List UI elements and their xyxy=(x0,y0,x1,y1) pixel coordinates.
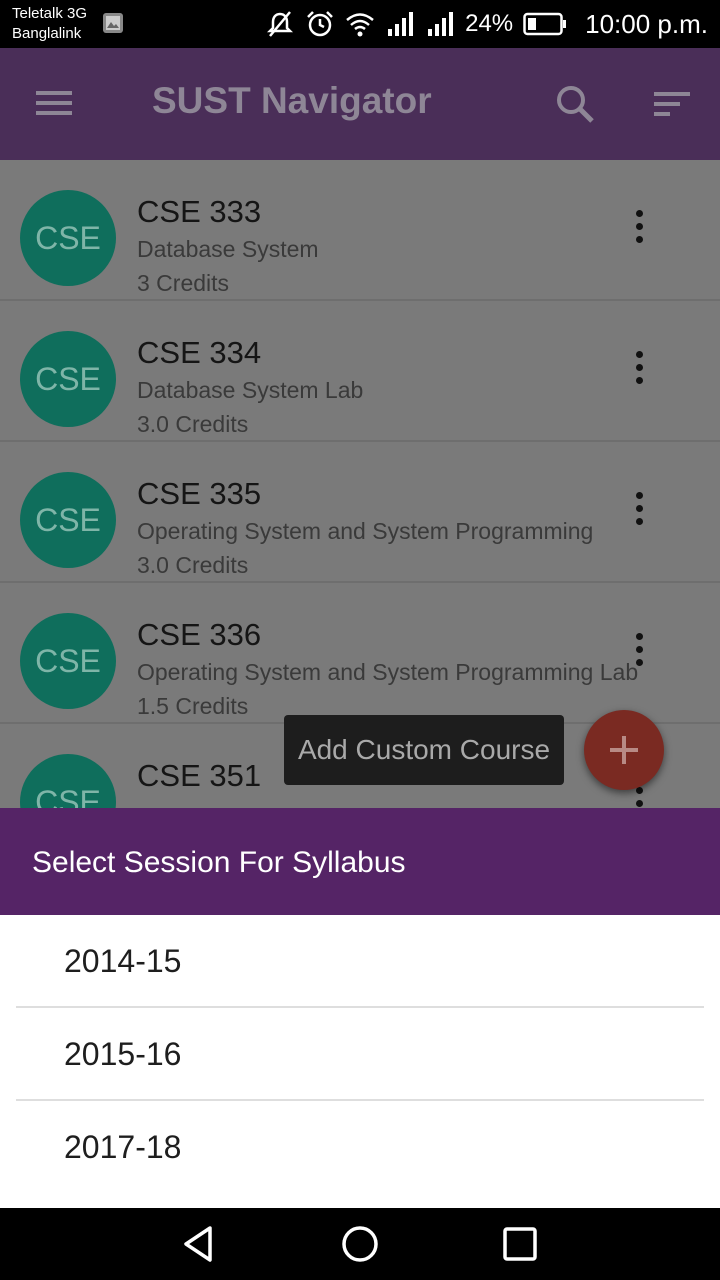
carrier-info: Teletalk 3G Banglalink xyxy=(12,4,87,44)
course-code: CSE 333 xyxy=(137,194,262,229)
back-icon[interactable] xyxy=(176,1220,224,1268)
list-item[interactable]: CSE CSE 335 Operating System and System … xyxy=(0,442,720,583)
dialog-title: Select Session For Syllabus xyxy=(32,846,406,879)
session-dialog-header: Select Session For Syllabus xyxy=(0,808,720,915)
signal-icon xyxy=(388,12,414,36)
add-custom-course-tooltip: Add Custom Course xyxy=(284,715,564,785)
session-option[interactable]: 2014-15 xyxy=(16,915,704,1008)
sort-icon[interactable] xyxy=(648,84,696,124)
list-item[interactable]: CSE CSE 333 Database System 3 Credits xyxy=(0,160,720,301)
more-options-icon[interactable] xyxy=(624,629,656,669)
course-name: Operating System and System Programming xyxy=(137,518,594,544)
status-icons: 24% 10:00 p.m. xyxy=(265,0,708,48)
course-avatar: CSE xyxy=(20,613,116,709)
course-code: CSE 336 xyxy=(137,617,262,652)
session-option-label: 2015-16 xyxy=(64,1036,182,1072)
navigation-bar xyxy=(0,1208,720,1280)
app-bar: SUST Navigator xyxy=(0,48,720,160)
mute-icon xyxy=(267,11,294,37)
plus-icon xyxy=(610,736,638,764)
course-code: CSE 334 xyxy=(137,335,262,370)
battery-percent: 24% xyxy=(465,10,514,37)
session-option-label: 2014-15 xyxy=(64,943,182,979)
session-option[interactable]: 2015-16 xyxy=(16,1008,704,1101)
more-options-icon[interactable] xyxy=(624,488,656,528)
list-item[interactable]: CSE CSE 334 Database System Lab 3.0 Cred… xyxy=(0,301,720,442)
more-options-icon[interactable] xyxy=(624,206,656,246)
menu-icon[interactable] xyxy=(32,83,80,123)
course-credits: 1.5 Credits xyxy=(137,693,249,719)
course-avatar: CSE xyxy=(20,754,116,808)
course-avatar: CSE xyxy=(20,472,116,568)
course-credits: 3.0 Credits xyxy=(137,411,249,437)
course-credits: 3 Credits xyxy=(137,270,230,296)
course-name: Database System Lab xyxy=(137,377,364,403)
app-title: SUST Navigator xyxy=(152,80,432,121)
search-icon[interactable] xyxy=(552,80,600,128)
session-option[interactable]: 2017-18 xyxy=(16,1101,704,1194)
add-course-button[interactable] xyxy=(584,710,664,790)
course-code: CSE 351 xyxy=(137,758,262,793)
course-avatar: CSE xyxy=(20,331,116,427)
clock: 10:00 p.m. xyxy=(585,8,708,39)
course-credits: 3.0 Credits xyxy=(137,552,249,578)
wifi-icon xyxy=(346,13,374,37)
list-item[interactable]: CSE CSE 336 Operating System and System … xyxy=(0,583,720,724)
recents-icon[interactable] xyxy=(496,1220,544,1268)
course-code: CSE 335 xyxy=(137,476,262,511)
status-bar: Teletalk 3G Banglalink 24% 10:00 p.m. xyxy=(0,0,720,48)
carrier-name-1: Teletalk 3G xyxy=(12,5,88,22)
battery-icon xyxy=(523,12,567,36)
home-icon[interactable] xyxy=(336,1220,384,1268)
alarm-icon xyxy=(307,11,333,37)
session-option-label: 2017-18 xyxy=(64,1129,182,1165)
course-name: Operating System and System Programming … xyxy=(137,659,639,685)
course-avatar: CSE xyxy=(20,190,116,286)
more-options-icon[interactable] xyxy=(624,347,656,387)
session-options-list: 2014-15 2015-16 2017-18 xyxy=(0,915,720,1208)
image-icon xyxy=(103,13,123,33)
course-name: Database System xyxy=(137,236,319,262)
signal-icon xyxy=(428,12,454,36)
carrier-name-2: Banglalink xyxy=(12,25,82,42)
